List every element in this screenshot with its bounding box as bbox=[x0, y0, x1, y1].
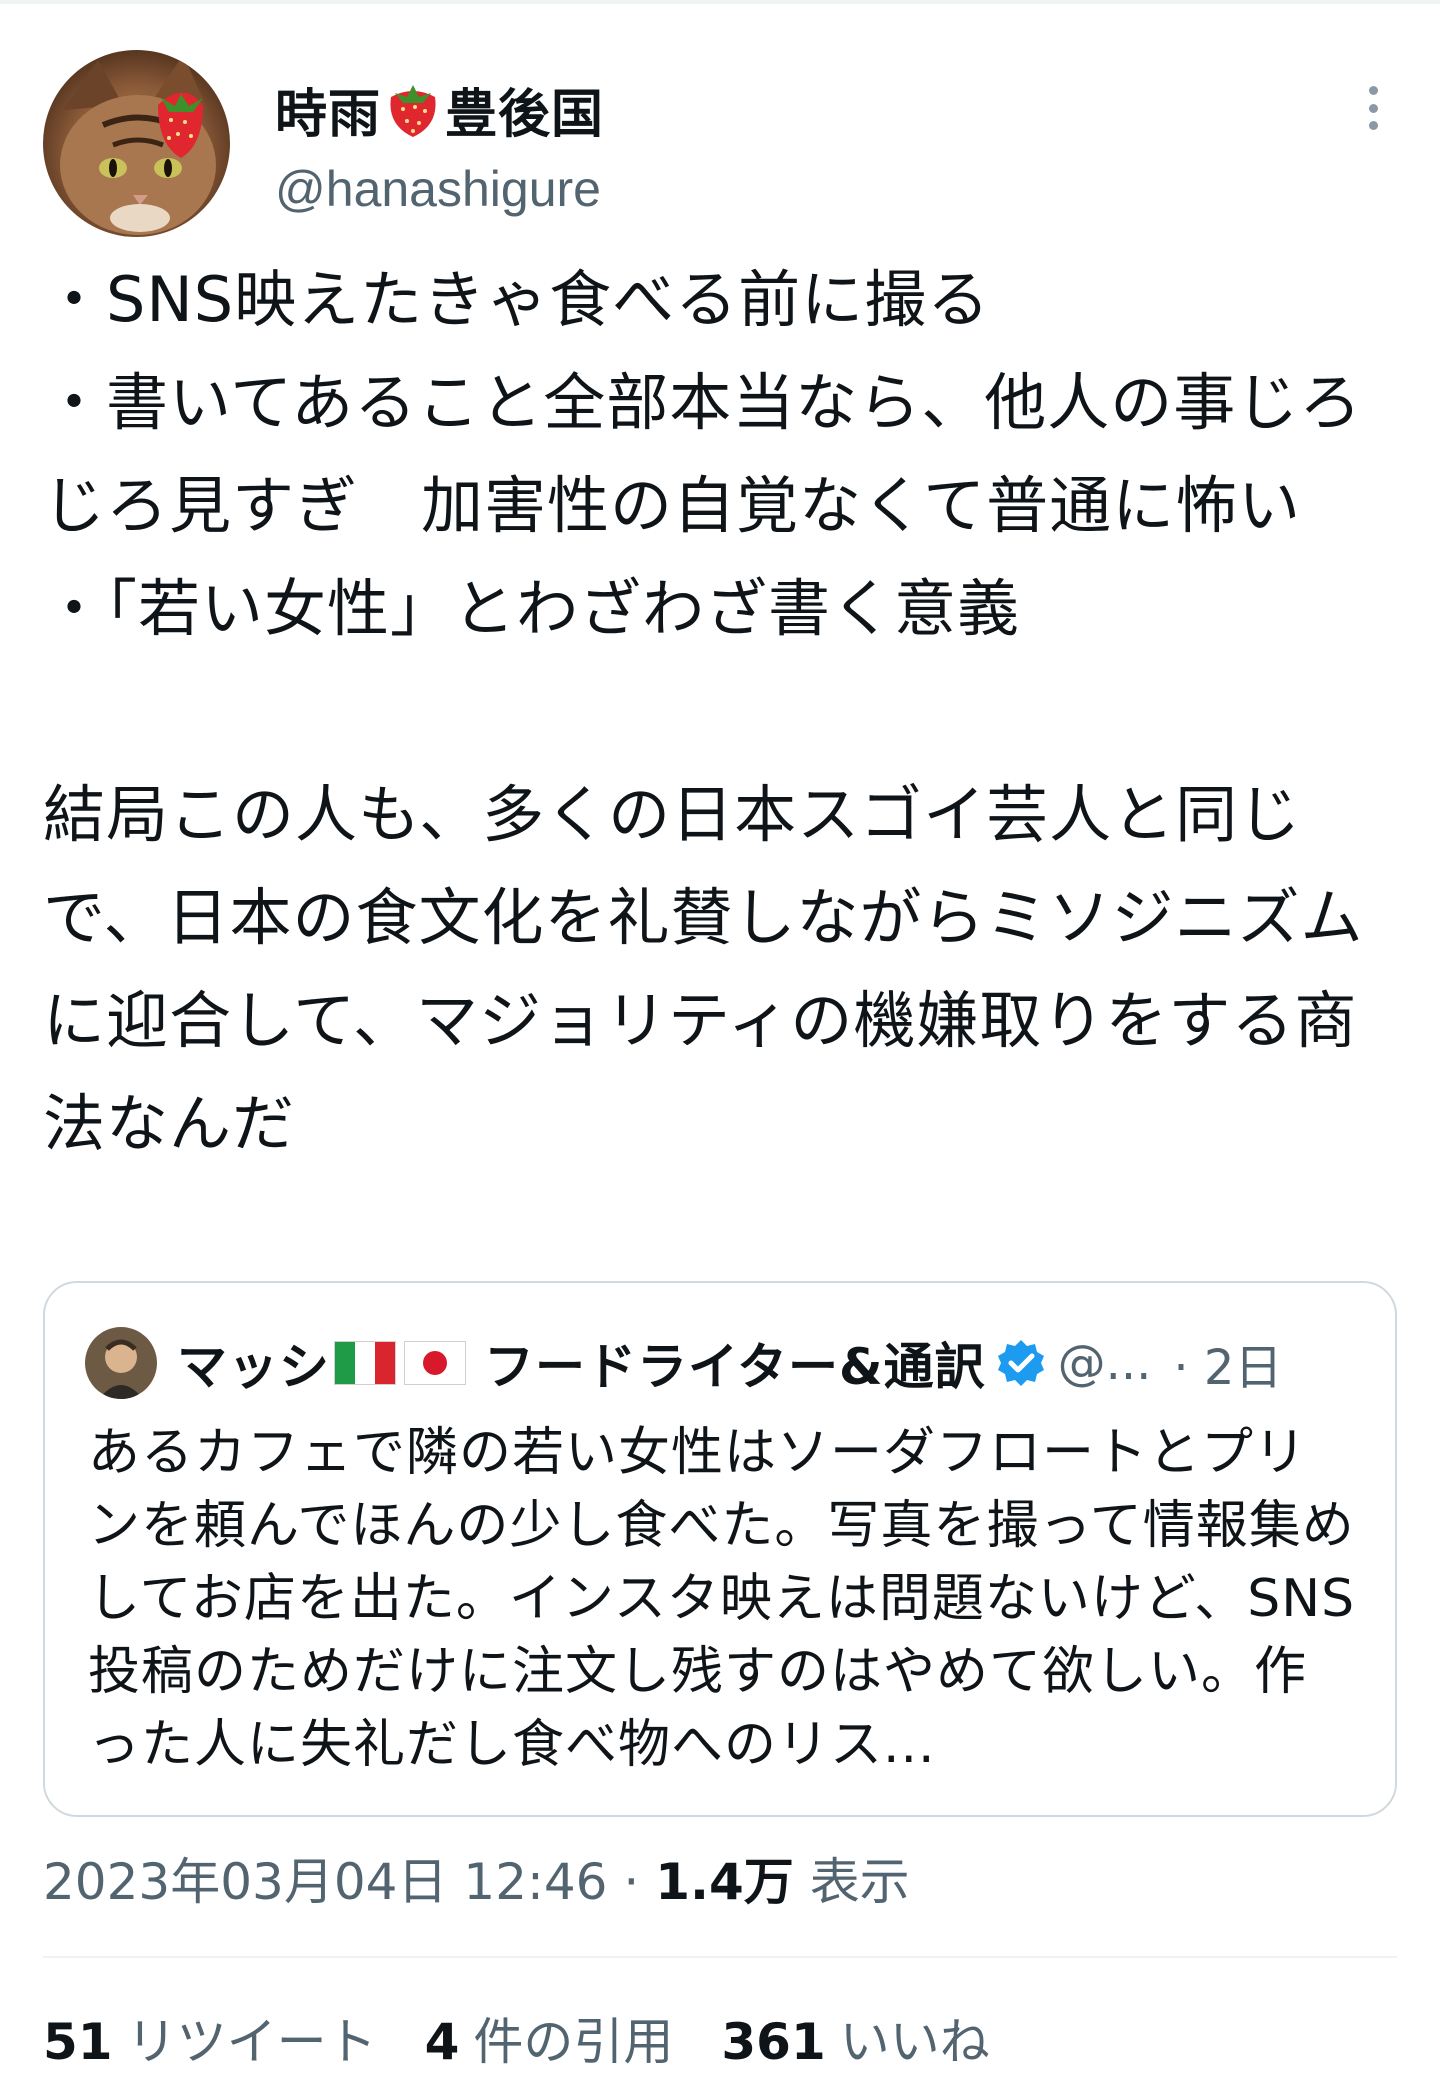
more-dot-icon bbox=[1368, 121, 1378, 130]
top-divider bbox=[0, 0, 1440, 4]
likes-label: いいね bbox=[839, 2013, 990, 2071]
quote-header: マッシ フードライター&通訳 @... · 2日 bbox=[85, 1327, 1282, 1399]
meta-separator: · bbox=[623, 1853, 640, 1911]
quote-author-avatar bbox=[85, 1327, 157, 1399]
views-count: 1.4万 bbox=[655, 1853, 794, 1911]
author-name-suffix: 豊後国 bbox=[445, 85, 605, 145]
tweet-stats: 51 リツイート 4 件の引用 361 いいね bbox=[43, 2002, 990, 2074]
japan-flag-icon bbox=[404, 1341, 466, 1385]
quotes-stat[interactable]: 4 件の引用 bbox=[425, 2002, 674, 2074]
cat-avatar-image bbox=[43, 50, 230, 237]
quoted-tweet[interactable]: マッシ フードライター&通訳 @... · 2日 あるカフェで隣の若い女性はソー… bbox=[43, 1281, 1397, 1817]
retweets-stat[interactable]: 51 リツイート bbox=[43, 2002, 377, 2074]
quote-text: あるカフェで隣の若い女性はソーダフロートとプリンを頼んでほんの少し食べた。写真を… bbox=[88, 1423, 1356, 1775]
author-avatar[interactable] bbox=[43, 50, 230, 237]
quote-author-name-suffix: フードライター&通訳 bbox=[484, 1338, 986, 1396]
tweet-text: ・SNS映えたきゃ食べる前に撮る ・書いてあること全部本当なら、他人の事じろじろ… bbox=[43, 263, 1364, 1160]
quote-author-handle: @... bbox=[1057, 1335, 1152, 1391]
verified-badge-icon bbox=[997, 1340, 1044, 1386]
quotes-label: 件の引用 bbox=[473, 2013, 674, 2071]
views-label: 表示 bbox=[809, 1853, 910, 1911]
quote-author-name-prefix: マッシ bbox=[177, 1338, 330, 1396]
quotes-count: 4 bbox=[424, 2013, 460, 2071]
strawberry-icon bbox=[390, 84, 436, 137]
tweet-meta: 2023年03月04日 12:46 · 1.4万 表示 bbox=[43, 1842, 910, 1914]
likes-stat[interactable]: 361 いいね bbox=[721, 2002, 989, 2074]
author-name[interactable]: 時雨 豊後国 bbox=[275, 72, 604, 147]
more-dot-icon bbox=[1368, 86, 1378, 95]
tweet-header: 時雨 豊後国 @hanashigure bbox=[43, 50, 1397, 240]
stats-divider bbox=[43, 1956, 1397, 1958]
tweet-timestamp[interactable]: 2023年03月04日 12:46 bbox=[43, 1853, 607, 1911]
more-dot-icon bbox=[1368, 103, 1378, 113]
more-options-button[interactable] bbox=[1355, 78, 1391, 138]
author-handle[interactable]: @hanashigure bbox=[275, 160, 601, 218]
likes-count: 361 bbox=[721, 2013, 826, 2071]
retweets-label: リツイート bbox=[126, 2013, 377, 2071]
retweets-count: 51 bbox=[43, 2013, 113, 2071]
italy-flag-icon bbox=[334, 1341, 396, 1385]
quote-time: · 2日 bbox=[1173, 1340, 1283, 1396]
author-name-prefix: 時雨 bbox=[275, 85, 382, 145]
